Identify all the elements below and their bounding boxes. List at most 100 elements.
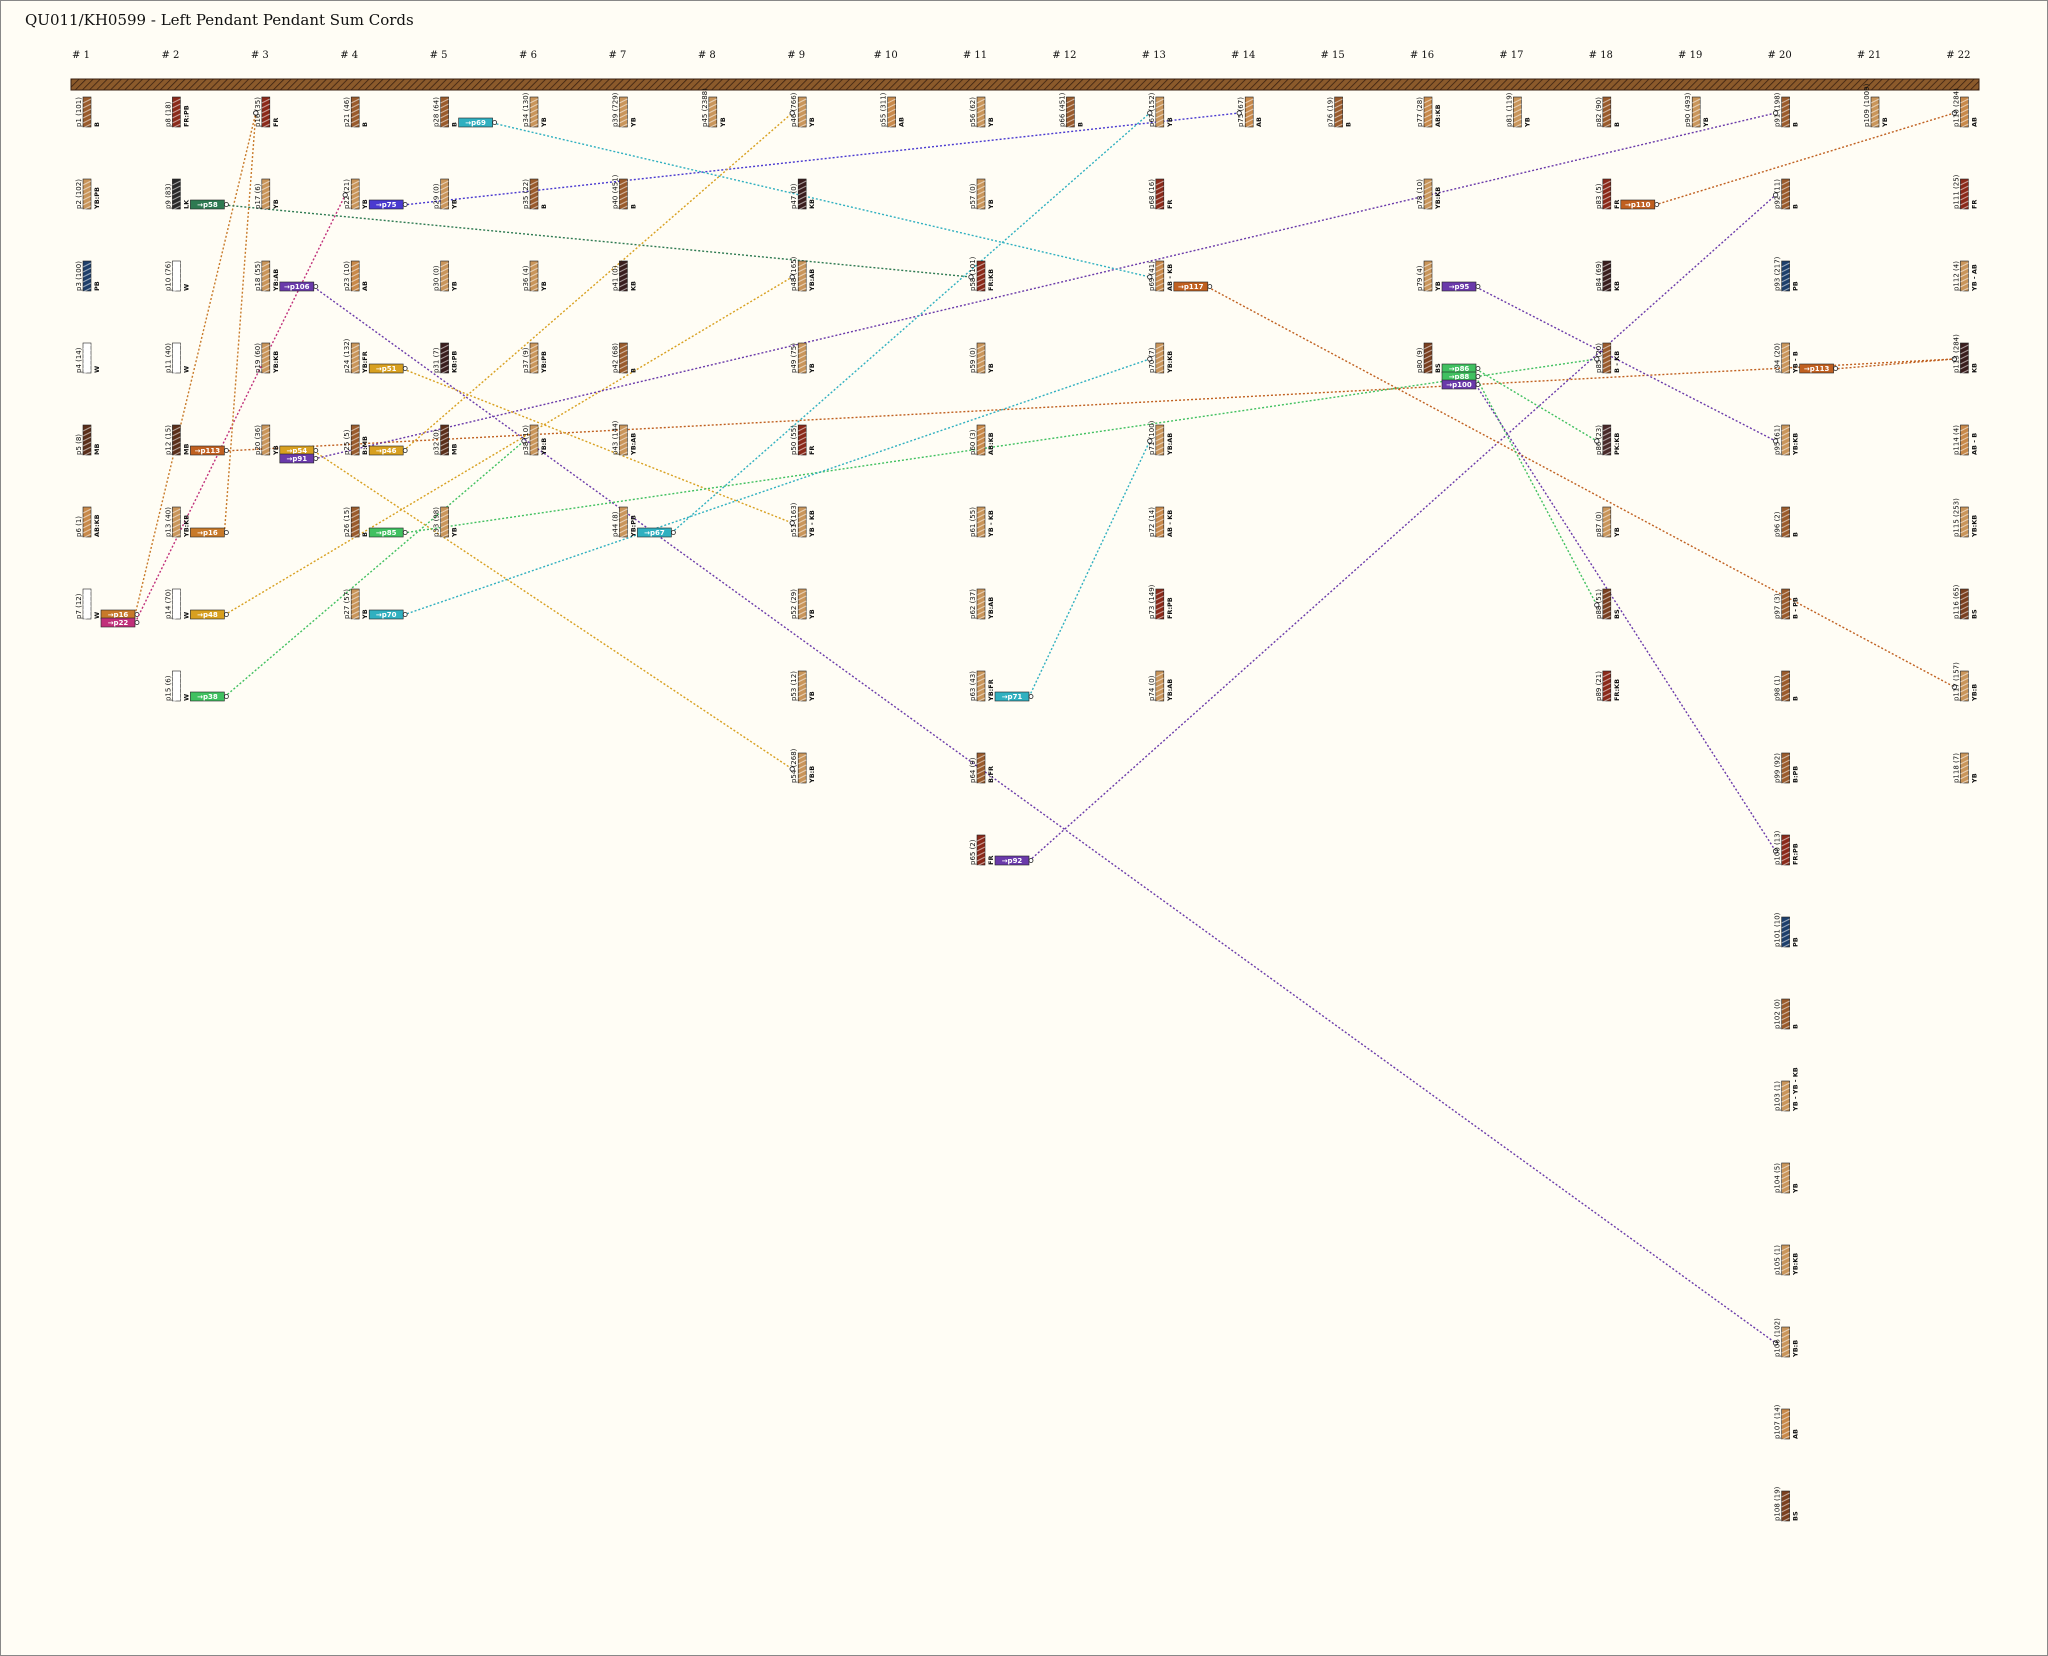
pendant-p110[interactable]: p110 (284) AB [1952,88,1978,129]
pendant-p86[interactable]: p86 (23) PK:KB [1595,424,1621,457]
pendant-p19[interactable]: p19 (60) YB:KB [254,342,280,375]
pendant-p65[interactable]: p65 (2) FR [969,834,995,867]
pendant-p33[interactable]: p33 (98) YB [433,506,459,539]
pendant-p8[interactable]: p8 (18) FR:PB [164,96,190,129]
pendant-p23[interactable]: p23 (10) AB [343,260,369,293]
pendant-p107[interactable]: p107 (14) AB [1774,1404,1800,1441]
pendant-p100[interactable]: p100 (13) FR:PB [1774,830,1800,867]
pendant-p39[interactable]: p39 (729) YB [611,92,637,129]
pendant-p3[interactable]: p3 (100) PB [75,260,101,293]
pendant-p89[interactable]: p89 (21) FR:KB [1595,670,1621,703]
pendant-p51[interactable]: p51 (163) YB - KB [790,502,816,539]
pendant-p37[interactable]: p37 (9) YB:PB [522,342,548,375]
pendant-p57[interactable]: p57 (0) YB [969,178,995,211]
pendant-p29[interactable]: p29 (0) YB [433,178,459,211]
pendant-p14[interactable]: p14 (70) W [164,588,190,621]
pendant-p46[interactable]: p46 (766) YB [790,92,816,129]
pendant-p7[interactable]: p7 (12) W [75,588,101,621]
pendant-p67[interactable]: p67 (152) YB [1148,92,1174,129]
pendant-p45[interactable]: p45 (2388) YB [701,88,727,129]
pendant-p34[interactable]: p34 (130) YB [522,92,548,129]
pendant-p17[interactable]: p17 (6) YB [254,178,280,211]
pendant-p87[interactable]: p87 (0) YB [1595,506,1621,539]
pendant-p5[interactable]: p5 (8) MB [75,424,101,457]
pendant-p91[interactable]: p91 (198) B [1774,92,1800,129]
pendant-p41[interactable]: p41 (0) KB [611,260,637,293]
pendant-p38[interactable]: p38 (10) YB:B [522,424,548,457]
pendant-p4[interactable]: p4 (14) W [75,342,101,375]
pendant-p97[interactable]: p97 (3) B - PB [1774,588,1800,621]
pendant-p13[interactable]: p13 (40) YB:KB [164,506,190,539]
pendant-p64[interactable]: p64 (9) B:FR [969,752,995,785]
pendant-p53[interactable]: p53 (12) YB [790,670,816,703]
pendant-p44[interactable]: p44 (8) YB:PB [611,506,637,539]
pendant-p15[interactable]: p15 (6) W [164,670,190,703]
pendant-p73[interactable]: p73 (149) FR:PB [1148,584,1174,621]
pendant-p12[interactable]: p12 (15) MB [164,424,190,457]
pendant-p111[interactable]: p111 (25) FR [1952,174,1978,211]
pendant-p20[interactable]: p20 (36) YB [254,424,280,457]
pendant-p102[interactable]: p102 (0) B [1774,998,1800,1031]
pendant-p108[interactable]: p108 (19) BS [1774,1486,1800,1523]
pendant-p81[interactable]: p81 (119) YB [1505,92,1531,129]
pendant-p18[interactable]: p18 (55) YB:AB [254,260,280,293]
pendant-p80[interactable]: p80 (9) BS [1416,342,1442,375]
pendant-p47[interactable]: p47 (0) KB [790,178,816,211]
pendant-p85[interactable]: p85 (20) B - KB [1595,342,1621,375]
pendant-p50[interactable]: p50 (55) FR [790,424,816,457]
pendant-p118[interactable]: p118 (7) YB [1952,752,1978,785]
pendant-p59[interactable]: p59 (0) YB [969,342,995,375]
pendant-p103[interactable]: p103 (1) YB - YB - KB [1774,1067,1800,1113]
pendant-p40[interactable]: p40 (451) B [611,174,637,211]
pendant-p62[interactable]: p62 (37) YB:AB [969,588,995,621]
pendant-p98[interactable]: p98 (1) B [1774,670,1800,703]
pendant-p36[interactable]: p36 (4) YB [522,260,548,293]
pendant-p90[interactable]: p90 (493) YB [1684,92,1710,129]
pendant-p42[interactable]: p42 (68) B [611,342,637,375]
pendant-p76[interactable]: p76 (19) B [1327,96,1353,129]
pendant-p60[interactable]: p60 (3) AB:KB [969,424,995,457]
pendant-p31[interactable]: p31 (7) KB:PB [433,342,459,375]
pendant-p70[interactable]: p70 (7) YB:KB [1148,342,1174,375]
pendant-p72[interactable]: p72 (14) AB - KB [1148,506,1174,539]
pendant-p2[interactable]: p2 (102) YB:PB [75,178,101,211]
pendant-p63[interactable]: p63 (43) YB:FR [969,670,995,703]
pendant-p115[interactable]: p115 (253) YB:KB [1952,498,1978,539]
pendant-p6[interactable]: p6 (1) AB:KB [75,506,101,539]
pendant-p48[interactable]: p48 (165) YB:AB [790,256,816,293]
pendant-p104[interactable]: p104 (5) YB [1774,1162,1800,1195]
pendant-p113[interactable]: p113 (284) KB [1952,334,1978,375]
pendant-p106[interactable]: p106 (102) YB:B [1774,1318,1800,1359]
pendant-p69[interactable]: p69 (41) AB - KB [1148,260,1174,293]
pendant-p116[interactable]: p116 (65) BS [1952,584,1978,621]
pendant-p84[interactable]: p84 (69) KB [1595,260,1621,293]
pendant-p95[interactable]: p95 (61) YB:KB [1774,424,1800,457]
pendant-p101[interactable]: p101 (10) PB [1774,912,1800,949]
pendant-p26[interactable]: p26 (15) B [343,506,369,539]
pendant-p66[interactable]: p66 (451) B [1058,92,1084,129]
pendant-p82[interactable]: p82 (90) B [1595,96,1621,129]
pendant-p71[interactable]: p71 (100) YB:AB [1148,420,1174,457]
pendant-p94[interactable]: p94 (20) YB - B [1774,342,1800,375]
pendant-p105[interactable]: p105 (1) YB:KB [1774,1244,1800,1277]
pendant-p75[interactable]: p75 (67) AB [1237,96,1263,129]
pendant-p21[interactable]: p21 (46) B [343,96,369,129]
pendant-p79[interactable]: p79 (4) YB [1416,260,1442,293]
pendant-p22[interactable]: p22 (21) YB [343,178,369,211]
pendant-p78[interactable]: p78 (10) YB:KB [1416,178,1442,211]
pendant-p49[interactable]: p49 (75) YB [790,342,816,375]
pendant-p27[interactable]: p27 (57) YB [343,588,369,621]
pendant-p83[interactable]: p83 (5) FR [1595,178,1621,211]
pendant-p93[interactable]: p93 (217) PB [1774,256,1800,293]
pendant-p74[interactable]: p74 (0) YB:AB [1148,670,1174,703]
pendant-p99[interactable]: p99 (92) B:PB [1774,752,1800,785]
pendant-p35[interactable]: p35 (22) B [522,178,548,211]
pendant-p43[interactable]: p43 (144) YB:AB [611,420,637,457]
pendant-p9[interactable]: p9 (83) LK [164,178,190,211]
pendant-p24[interactable]: p24 (132) YB:FR [343,338,369,375]
pendant-p61[interactable]: p61 (55) YB - KB [969,506,995,539]
pendant-p25[interactable]: p25 (5) B:MB [343,424,369,457]
pendant-p58[interactable]: p58 (101) FR:KB [969,256,995,293]
pendant-p114[interactable]: p114 (4) AB - B [1952,424,1978,457]
pendant-p56[interactable]: p56 (62) YB [969,96,995,129]
